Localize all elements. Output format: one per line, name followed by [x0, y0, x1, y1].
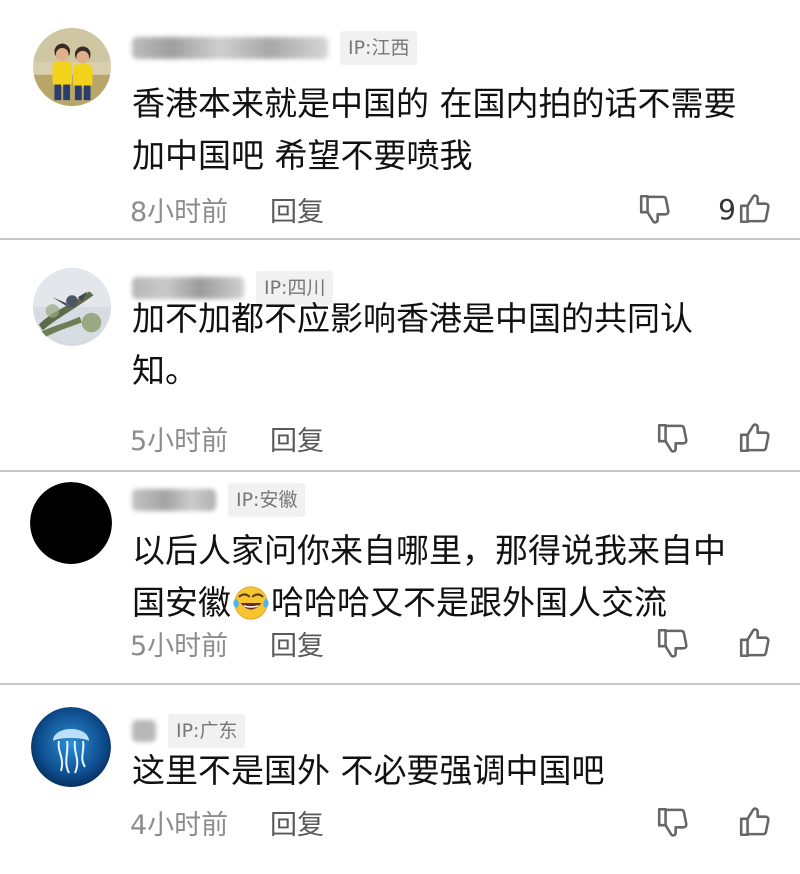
thumbs-up-icon[interactable] — [738, 421, 772, 455]
comment-text: 以后人家问你来自哪里，那得说我来自中 国安徽 哈哈哈又不是跟外国人交流 — [132, 525, 772, 629]
comment-item: IP:四川 加不加都不应影响香港是中国的共同认 知。 5小时前 回复 — [0, 240, 800, 472]
thumbs-down-icon[interactable] — [656, 421, 690, 455]
avatar-image — [31, 707, 111, 787]
like-count: 9 — [718, 192, 736, 226]
comment-text-line: 加不加都不应影响香港是中国的共同认 — [132, 299, 693, 338]
username-blurred[interactable] — [132, 37, 328, 59]
comment-list: IP:江西 香港本来就是中国的 在国内拍的话不需要 加中国吧 希望不要喷我 8小时… — [0, 0, 800, 874]
comment-item: IP:广东 这里不是国外 不必要强调中国吧 4小时前 回复 — [0, 685, 800, 874]
ip-location-badge: IP:安徽 — [228, 483, 306, 517]
comment-text-line: 以后人家问你来自哪里，那得说我来自中 — [132, 531, 726, 570]
avatar[interactable] — [33, 28, 111, 106]
like-button[interactable] — [736, 421, 772, 455]
comment-footer: 5小时前 回复 — [130, 418, 772, 458]
comment-text-line: 加中国吧 希望不要喷我 — [132, 136, 473, 175]
comment-meta: IP:安徽 — [132, 483, 306, 517]
reply-button[interactable]: 回复 — [270, 190, 324, 229]
timestamp: 8小时前 — [130, 196, 229, 228]
username-blurred[interactable] — [132, 720, 156, 742]
avatar-image — [30, 482, 112, 564]
username-blurred[interactable] — [132, 489, 216, 511]
comment-text-line: 香港本来就是中国的 在国内拍的话不需要 — [132, 84, 737, 123]
like-button[interactable] — [736, 805, 772, 839]
comment-text-segment: 哈哈哈又不是跟外国人交流 — [271, 583, 667, 622]
comment-text: 这里不是国外 不必要强调中国吧 — [132, 745, 772, 797]
comment-item: IP:安徽 以后人家问你来自哪里，那得说我来自中 国安徽 哈哈哈又不是跟外国人交流… — [0, 472, 800, 685]
comment-meta: IP:广东 — [132, 714, 246, 748]
avatar[interactable] — [30, 482, 112, 564]
reply-button[interactable]: 回复 — [270, 803, 324, 842]
like-button[interactable]: 9 — [718, 192, 772, 226]
timestamp: 5小时前 — [130, 630, 229, 662]
comment-text: 加不加都不应影响香港是中国的共同认 知。 — [132, 293, 772, 397]
ip-location-badge: IP:江西 — [340, 31, 418, 65]
thumbs-up-icon[interactable] — [738, 626, 772, 660]
comment-text: 香港本来就是中国的 在国内拍的话不需要 加中国吧 希望不要喷我 — [132, 78, 772, 182]
comment-meta: IP:江西 — [132, 31, 418, 65]
reply-button[interactable]: 回复 — [270, 419, 324, 458]
avatar-image — [33, 268, 111, 346]
laughing-crying-emoji-icon — [232, 583, 270, 621]
timestamp: 4小时前 — [130, 809, 229, 841]
avatar[interactable] — [31, 707, 111, 787]
thumbs-down-icon[interactable] — [656, 626, 690, 660]
like-button[interactable] — [736, 626, 772, 660]
comment-text-line: 知。 — [132, 351, 198, 390]
comment-footer: 4小时前 回复 — [130, 802, 772, 842]
thumbs-down-icon[interactable] — [638, 192, 672, 226]
thumbs-down-icon[interactable] — [656, 805, 690, 839]
avatar-image — [33, 28, 111, 106]
comment-footer: 8小时前 回复 9 — [130, 189, 772, 229]
comment-text-line: 这里不是国外 不必要强调中国吧 — [132, 751, 605, 790]
ip-location-badge: IP:广东 — [168, 714, 246, 748]
comment-text-segment: 国安徽 — [132, 583, 231, 622]
comment-item: IP:江西 香港本来就是中国的 在国内拍的话不需要 加中国吧 希望不要喷我 8小时… — [0, 0, 800, 240]
avatar[interactable] — [33, 268, 111, 346]
reply-button[interactable]: 回复 — [270, 624, 324, 663]
thumbs-up-icon[interactable] — [738, 805, 772, 839]
comment-footer: 5小时前 回复 — [130, 623, 772, 663]
thumbs-up-icon[interactable] — [738, 192, 772, 226]
timestamp: 5小时前 — [130, 425, 229, 457]
